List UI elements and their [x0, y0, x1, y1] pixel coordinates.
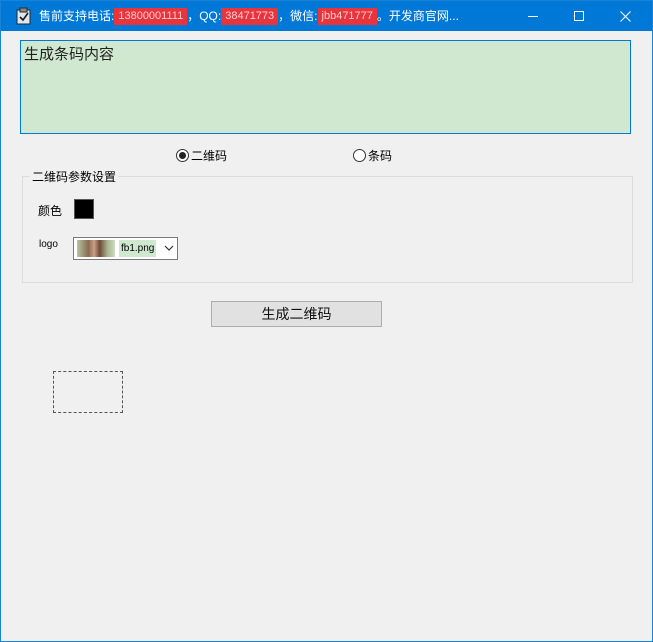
logo-thumbnail-image — [77, 240, 115, 257]
radio-barcode[interactable]: 条码 — [353, 147, 392, 163]
color-picker-swatch[interactable] — [74, 199, 94, 219]
qr-settings-legend: 二维码参数设置 — [30, 168, 119, 185]
title-qq-label: ，QQ: — [187, 9, 222, 23]
radio-qrcode-circle[interactable] — [176, 148, 189, 162]
generate-qrcode-button[interactable]: 生成二维码 — [211, 301, 382, 327]
app-icon — [16, 7, 32, 25]
redacted-qq: 38471773 — [221, 8, 279, 26]
radio-barcode-label: 条码 — [368, 148, 393, 163]
radio-selected-dot — [179, 151, 186, 159]
window-title: 售前支持电话: 13800001111 ，QQ: 38471773 ，微信: jbb471… — [39, 1, 459, 31]
radio-barcode-circle[interactable] — [353, 148, 366, 162]
radio-qrcode-label: 二维码 — [191, 148, 228, 163]
redacted-wechat: jbb471777 — [317, 8, 377, 26]
redacted-phone: 13800001111 — [114, 8, 188, 26]
qr-settings-group — [22, 176, 633, 283]
maximize-button[interactable] — [556, 1, 602, 31]
title-phone-label: 售前支持电话: — [39, 9, 115, 23]
title-bar[interactable]: 售前支持电话: 13800001111 ，QQ: 38471773 ，微信: jbb471… — [1, 1, 652, 31]
logo-filename: fb1.png — [119, 240, 157, 257]
title-wechat-label: ，微信: — [278, 9, 318, 23]
app-window: 售前支持电话: 13800001111 ，QQ: 38471773 ，微信: jbb471… — [0, 0, 653, 642]
logo-label: logo — [39, 239, 58, 250]
color-label: 颜色 — [38, 204, 63, 218]
barcode-content-input[interactable]: 生成条码内容 — [20, 40, 631, 134]
close-icon — [619, 10, 631, 22]
maximize-icon — [574, 11, 584, 21]
radio-qrcode[interactable]: 二维码 — [176, 147, 227, 163]
chevron-down-icon[interactable] — [163, 242, 175, 254]
title-suffix: 。开发商官网... — [376, 9, 459, 23]
minimize-button[interactable] — [510, 1, 556, 31]
minimize-icon — [528, 16, 538, 17]
logo-select[interactable]: fb1.png — [73, 237, 178, 260]
close-button[interactable] — [602, 1, 648, 31]
qrcode-preview-area — [53, 371, 123, 413]
